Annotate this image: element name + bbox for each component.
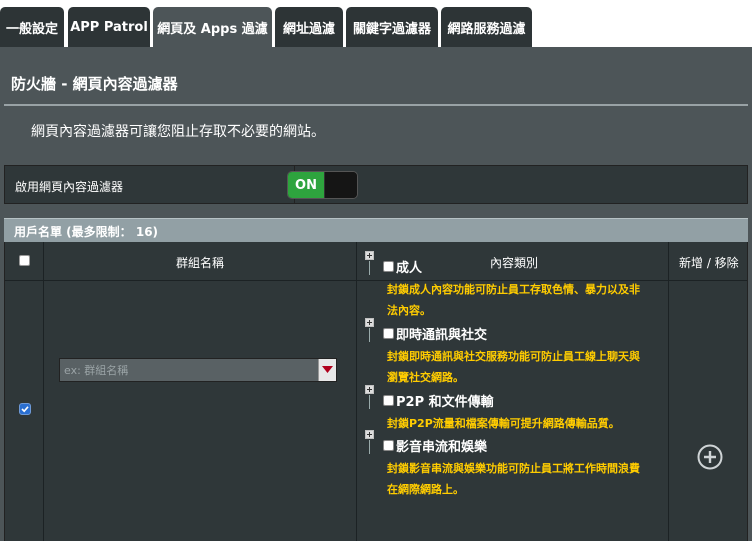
- page-title: 防火牆 - 網頁內容過濾器: [11, 75, 178, 93]
- enable-filter-label: 啟用網頁內容過濾器: [15, 180, 124, 194]
- toggle-on-label: ON: [288, 172, 324, 198]
- category-description: 封鎖影音串流與娛樂功能可防止員工將工作時間浪費 在網際網路上。: [387, 462, 640, 496]
- tree-connector: [369, 395, 370, 409]
- tab-network-service-filter[interactable]: 網路服務過濾: [441, 7, 532, 47]
- category-description: 封鎖即時通訊與社交服務功能可防止員工線上聊天與 瀏覽社交網路。: [387, 350, 640, 384]
- tab-keyword-filter[interactable]: 關鍵字過濾器: [346, 7, 438, 47]
- category-title: 成人: [396, 261, 423, 276]
- tab-url-filter[interactable]: 網址過濾: [275, 7, 343, 47]
- category-description: 封鎖P2P流量和檔案傳輸可提升網路傳輸品質。: [387, 417, 620, 430]
- client-list-table: 群組名稱 內容類別 新增 / 移除 成人 封鎖成人內容功能可防止員工存取色情、暴…: [4, 242, 748, 541]
- check-icon: [21, 406, 29, 413]
- enable-filter-toggle[interactable]: ON: [287, 171, 358, 199]
- column-header-category: 內容類別: [490, 256, 539, 270]
- chevron-down-icon: [322, 366, 333, 373]
- client-list-header: 用戶名單 (最多限制： 16): [4, 218, 748, 242]
- category-checkbox[interactable]: [383, 440, 394, 451]
- tree-connector: [369, 261, 370, 275]
- client-list-title: 用戶名單 (最多限制： 16): [14, 225, 159, 239]
- group-name-input[interactable]: [60, 359, 318, 381]
- title-divider: [4, 104, 748, 106]
- page-description: 網頁內容過濾器可讓您阻止存取不必要的網站。: [31, 124, 325, 140]
- category-title: P2P 和文件傳輸: [396, 395, 494, 410]
- column-divider: [43, 242, 44, 541]
- category-description: 封鎖成人內容功能可防止員工存取色情、暴力以及非 法內容。: [387, 283, 640, 317]
- category-title: 即時通訊與社交: [396, 328, 488, 343]
- expand-icon[interactable]: [365, 430, 374, 439]
- category-checkbox[interactable]: [383, 328, 394, 339]
- tab-app-patrol[interactable]: APP Patrol: [68, 7, 150, 47]
- expand-icon[interactable]: [365, 251, 374, 260]
- tree-connector: [369, 328, 370, 342]
- column-header-add-remove: 新增 / 移除: [679, 256, 739, 270]
- enable-filter-row: 啟用網頁內容過濾器 ON: [4, 165, 748, 204]
- tab-general[interactable]: 一般設定: [0, 7, 64, 47]
- tab-web-apps-filter[interactable]: 網頁及 Apps 過濾: [153, 7, 272, 47]
- tab-bar: 一般設定 APP Patrol 網頁及 Apps 過濾 網址過濾 關鍵字過濾器 …: [0, 0, 752, 47]
- expand-icon[interactable]: [365, 318, 374, 327]
- tree-connector: [369, 440, 370, 454]
- group-dropdown-button[interactable]: [318, 359, 336, 381]
- column-divider: [356, 242, 357, 541]
- column-header-group-name: 群組名稱: [176, 256, 225, 270]
- category-checkbox[interactable]: [383, 261, 394, 272]
- category-checkbox[interactable]: [383, 395, 394, 406]
- main-panel: 防火牆 - 網頁內容過濾器 網頁內容過濾器可讓您阻止存取不必要的網站。 啟用網頁…: [0, 47, 752, 541]
- expand-icon[interactable]: [365, 385, 374, 394]
- group-name-combobox[interactable]: [59, 358, 337, 382]
- category-title: 影音串流和娛樂: [396, 440, 488, 455]
- select-all-checkbox[interactable]: [19, 255, 30, 266]
- add-circle-icon[interactable]: [697, 444, 723, 470]
- row-checkbox[interactable]: [19, 403, 31, 415]
- toggle-knob: [324, 172, 357, 198]
